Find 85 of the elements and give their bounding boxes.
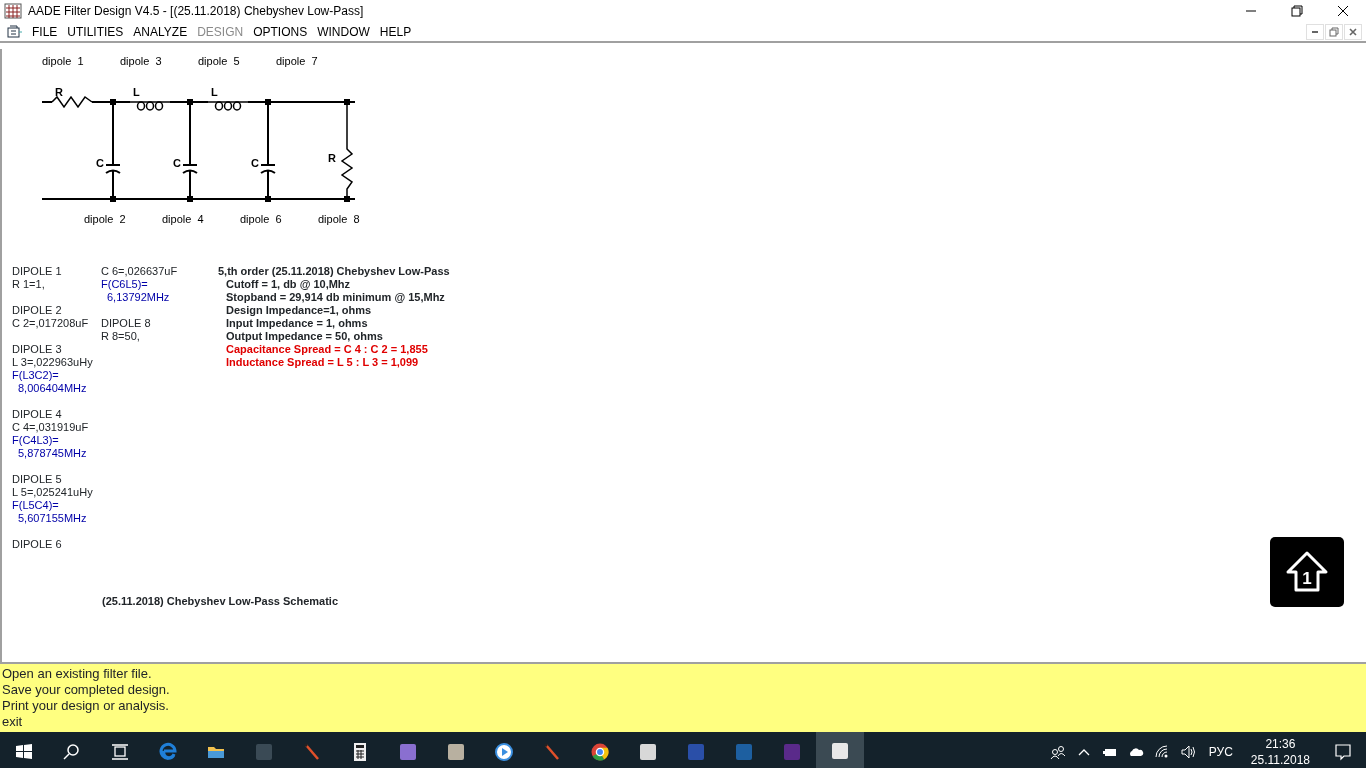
close-icon [1347, 25, 1359, 38]
component-label: C [173, 157, 181, 169]
menu-item[interactable]: ANALYZE [128, 21, 193, 42]
dipole-heading: DIPOLE 3 [12, 343, 63, 356]
dipole-label: dipole 4 [162, 213, 204, 225]
dipole-heading: DIPOLE 8 [101, 317, 152, 330]
clock-time: 21:36 [1264, 736, 1297, 752]
dipole-label: dipole 6 [240, 213, 282, 225]
language-indicator[interactable]: РУС [1200, 732, 1241, 768]
status-text: Print your design or analysis. [2, 698, 170, 714]
windows-icon [14, 742, 34, 762]
component-label: C [96, 157, 104, 169]
frequency-value: 5,878745MHz [17, 447, 88, 460]
dipole-heading: DIPOLE 5 [12, 473, 63, 486]
status-text: exit [2, 714, 24, 730]
dipole-heading: DIPOLE 2 [12, 304, 63, 317]
dipole-heading: DIPOLE 4 [12, 408, 63, 421]
menu-item[interactable]: FILE [27, 21, 63, 42]
frequency-value: 5,607155MHz [17, 512, 88, 525]
menu-item[interactable]: WINDOW [312, 21, 375, 42]
up-arrow-icon: 1 [1285, 550, 1329, 594]
design-title: 5,th order (25.11.2018) Chebyshev Low-Pass [218, 265, 450, 278]
restore-button[interactable] [1325, 23, 1343, 40]
status-text: Save your completed design. [2, 682, 171, 698]
dipole-label: dipole 8 [318, 213, 360, 225]
component-value: R 8=50, [101, 330, 141, 343]
dipole-label: dipole 7 [276, 55, 318, 67]
component-label: L [211, 86, 218, 98]
minimize-icon [1246, 10, 1256, 12]
spread-warning: Capacitance Spread = C 4 : C 2 = 1,855 [225, 343, 429, 356]
search-icon [62, 742, 82, 762]
taskbar-button[interactable] [816, 732, 864, 768]
spread-warning: Inductance Spread = L 5 : L 3 = 1,099 [225, 356, 420, 369]
people-icon [1049, 744, 1066, 760]
frequency-value: 8,006404MHz [17, 382, 88, 395]
component-value: L 5=,025241uHy [12, 486, 94, 499]
component-value: C 4=,031919uF [12, 421, 90, 434]
inductor-symbol [207, 101, 249, 111]
task-view-icon [110, 742, 130, 762]
design-spec: Stopband = 29,914 db minimum @ 15,Mhz [225, 291, 446, 304]
dipole-label: dipole 1 [42, 55, 84, 67]
dipole-label: dipole 2 [84, 213, 126, 225]
dipole-heading: DIPOLE 1 [12, 265, 63, 278]
frequency-label: F(L3C2)= [12, 369, 60, 382]
frequency-label: F(C6L5)= [101, 278, 149, 291]
menu-item[interactable]: OPTIONS [248, 21, 313, 42]
design-spec: Design Impedance=1, ohms [225, 304, 373, 317]
close-button[interactable] [1344, 23, 1362, 40]
component-value: R 1=1, [12, 278, 46, 291]
speaker-icon [1179, 744, 1196, 760]
notification-icon [1334, 743, 1352, 761]
up-arrow-button[interactable]: 1 [1270, 537, 1344, 607]
dipole-label: dipole 5 [198, 55, 240, 67]
document-icon [7, 24, 23, 39]
restore-icon [1328, 25, 1340, 38]
maximize-icon [1291, 5, 1303, 17]
status-text: Open an existing filter file. [2, 666, 153, 682]
app-icon [4, 3, 22, 19]
wifi-icon [1153, 744, 1170, 760]
component-label: L [133, 86, 140, 98]
close-icon [1337, 5, 1349, 17]
component-label: C [251, 157, 259, 169]
clock-date: 25.11.2018 [1250, 752, 1310, 768]
component-label: R [328, 152, 336, 164]
schematic-caption: (25.11.2018) Chebyshev Low-Pass Schematic [102, 595, 338, 607]
dipole-heading: DIPOLE 6 [12, 538, 63, 551]
resistor-symbol [51, 95, 93, 109]
frequency-value: 6,13792MHz [106, 291, 171, 304]
design-spec: Cutoff = 1, db @ 10,Mhz [225, 278, 352, 291]
design-spec: Input Impedance = 1, ohms [225, 317, 369, 330]
component-label: R [55, 86, 63, 98]
menu-item[interactable]: HELP [374, 21, 417, 42]
minimize-icon [1312, 30, 1318, 33]
clock[interactable]: 21:36 25.11.2018 [1240, 736, 1320, 768]
design-spec: Output Impedance = 50, ohms [225, 330, 384, 343]
menu-item[interactable]: UTILITIES [62, 21, 129, 42]
component-value: L 3=,022963uHy [12, 356, 94, 369]
dipole-label: dipole 3 [120, 55, 162, 67]
minimize-button[interactable] [1306, 23, 1324, 40]
frequency-label: F(L5C4)= [12, 499, 60, 512]
component-value: C 2=,017208uF [12, 317, 90, 330]
component-value: C 6=,026637uF [101, 265, 179, 278]
inductor-symbol [129, 101, 171, 111]
frequency-label: F(C4L3)= [12, 434, 60, 447]
window-title: AADE Filter Design V4.5 - [(25.11.2018) Chebyshev Low-Pass] [28, 3, 364, 20]
